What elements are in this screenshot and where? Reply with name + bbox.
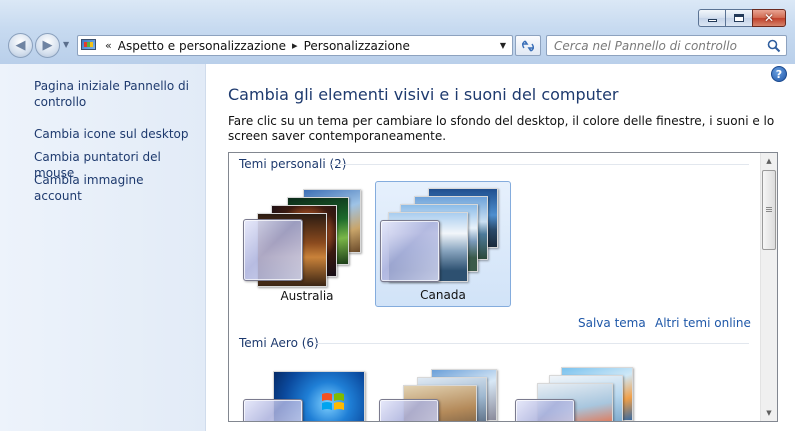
- page-description: Fare clic su un tema per cambiare lo sfo…: [228, 114, 775, 143]
- theme-aero-architecture[interactable]: [375, 363, 511, 421]
- recent-pages-dropdown[interactable]: ▼: [63, 40, 69, 49]
- window-frame: ✕ ◀ ▶ ▼ « Aspetto e personalizzazione ▸ …: [0, 0, 795, 64]
- maximize-icon: [734, 14, 744, 22]
- breadcrumb-personalizzazione[interactable]: Personalizzazione: [304, 39, 410, 53]
- theme-list[interactable]: Temi personali (2) Australia Canada Salv…: [228, 152, 778, 422]
- help-button[interactable]: ?: [771, 66, 787, 82]
- forward-arrow-icon: ▶: [42, 38, 53, 53]
- address-bar[interactable]: « Aspetto e personalizzazione ▸ Personal…: [77, 35, 513, 56]
- theme-name: Canada: [420, 288, 466, 302]
- maximize-button[interactable]: [725, 9, 752, 27]
- back-arrow-icon: ◀: [15, 38, 26, 53]
- window-color-preview: [243, 219, 303, 281]
- breadcrumb-aspetto[interactable]: Aspetto e personalizzazione: [118, 39, 286, 53]
- address-dropdown-icon[interactable]: ▼: [500, 41, 506, 50]
- forward-button[interactable]: ▶: [35, 33, 60, 58]
- theme-name: Australia: [280, 289, 334, 303]
- window-color-preview: [515, 399, 575, 421]
- more-themes-online-link[interactable]: Altri temi online: [655, 316, 751, 330]
- page-title: Cambia gli elementi visivi e i suoni del…: [228, 85, 619, 104]
- group-divider: [331, 164, 749, 165]
- scrollbar-thumb[interactable]: [762, 170, 776, 250]
- search-input[interactable]: [547, 36, 762, 55]
- window-color-preview: [380, 220, 440, 282]
- theme-canada[interactable]: Canada: [375, 181, 511, 307]
- theme-aero-characters[interactable]: [511, 363, 647, 421]
- refresh-button[interactable]: [515, 35, 541, 56]
- back-button[interactable]: ◀: [8, 33, 33, 58]
- group-title-aero: Temi Aero (6): [239, 336, 319, 350]
- close-button[interactable]: ✕: [752, 9, 786, 27]
- scroll-down-arrow-icon[interactable]: ▼: [761, 405, 777, 421]
- search-box[interactable]: [546, 35, 787, 56]
- task-pane: Pagina iniziale Pannello di controllo Ca…: [0, 64, 206, 431]
- close-icon: ✕: [763, 11, 775, 25]
- control-panel-home-link[interactable]: Pagina iniziale Pannello di controllo: [34, 78, 194, 110]
- group-divider: [315, 343, 749, 344]
- change-desktop-icons-link[interactable]: Cambia icone sul desktop: [34, 126, 194, 142]
- breadcrumb-separator[interactable]: ▸: [292, 39, 298, 52]
- change-account-picture-link[interactable]: Cambia immagine account: [34, 172, 194, 204]
- theme-australia[interactable]: Australia: [239, 181, 375, 307]
- refresh-icon: [522, 39, 534, 52]
- breadcrumb-overflow[interactable]: «: [105, 39, 112, 52]
- save-theme-link[interactable]: Salva tema: [578, 316, 646, 330]
- windows-logo-icon: [322, 393, 344, 410]
- magnifier-icon[interactable]: [767, 39, 781, 53]
- control-panel-icon: [81, 38, 98, 53]
- window-controls: ✕: [698, 9, 786, 27]
- help-icon: ?: [775, 67, 783, 81]
- theme-aero-windows[interactable]: [239, 363, 375, 421]
- window-color-preview: [243, 399, 303, 421]
- vertical-scrollbar[interactable]: ▲ ▼: [760, 153, 777, 421]
- minimize-button[interactable]: [698, 9, 725, 27]
- scroll-up-arrow-icon[interactable]: ▲: [761, 153, 777, 169]
- minimize-icon: [707, 19, 717, 22]
- window-color-preview: [379, 399, 439, 421]
